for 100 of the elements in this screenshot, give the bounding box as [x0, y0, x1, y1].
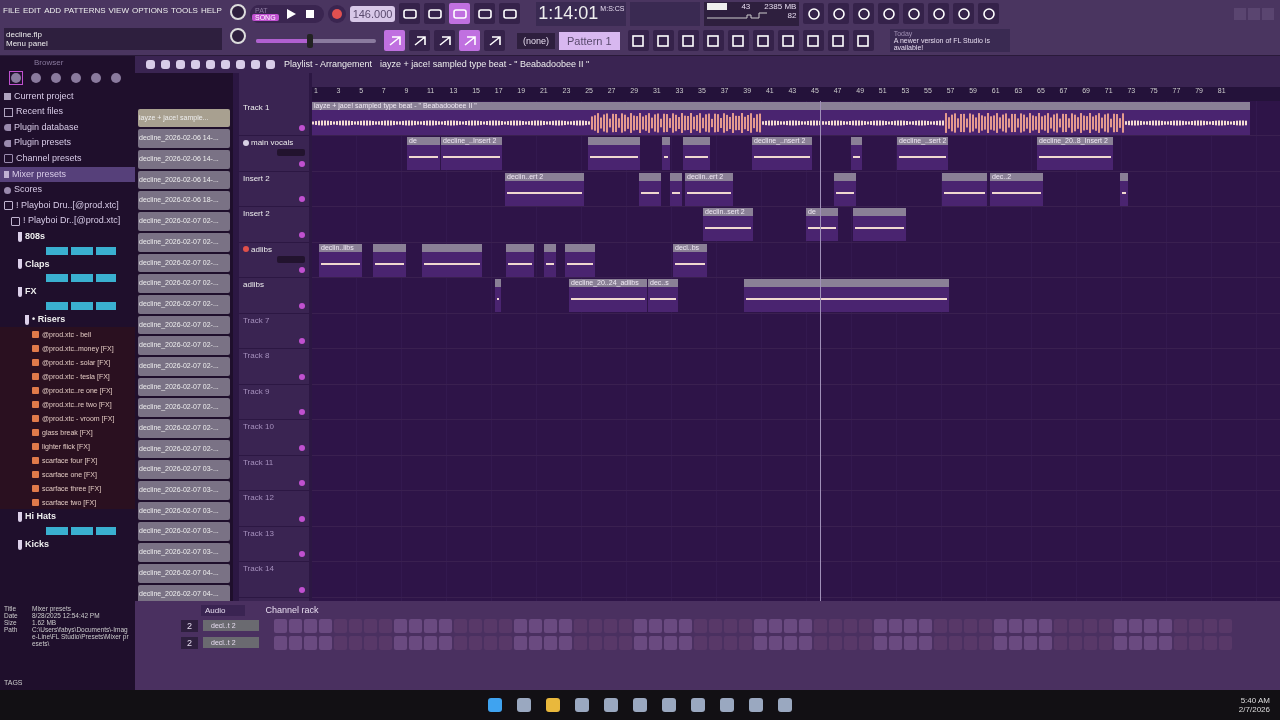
track-led[interactable] — [299, 515, 305, 522]
toolbar-button[interactable] — [802, 30, 824, 51]
step-button[interactable] — [874, 635, 887, 650]
step-button[interactable] — [439, 618, 452, 633]
track-header[interactable]: main vocals — [239, 136, 309, 172]
audio-clip[interactable] — [1120, 172, 1128, 206]
step-button[interactable] — [529, 618, 542, 633]
track-led[interactable] — [299, 267, 305, 274]
step-button[interactable] — [754, 618, 767, 633]
toolbar-button[interactable] — [474, 3, 496, 24]
track-led[interactable] — [299, 373, 305, 380]
track-header[interactable]: Insert 2 — [239, 171, 309, 208]
toolbar-button[interactable] — [777, 30, 799, 51]
browser-item[interactable]: Current project — [0, 88, 135, 105]
track-led[interactable] — [299, 444, 305, 451]
toolbar-button[interactable] — [677, 30, 699, 51]
step-button[interactable] — [889, 618, 902, 633]
audio-clip[interactable] — [744, 279, 949, 313]
track-header[interactable]: Track 12 — [239, 491, 309, 527]
browser-item[interactable]: ! Playboi Dru..[@prod.xtc] — [0, 197, 135, 214]
menu-item[interactable]: VIEW — [108, 6, 129, 26]
step-button[interactable] — [1024, 618, 1037, 633]
audio-clip[interactable] — [588, 137, 640, 171]
menu-item[interactable]: ADD — [44, 6, 62, 26]
step-button[interactable] — [649, 618, 662, 633]
step-button[interactable] — [409, 618, 422, 633]
track-led[interactable] — [299, 480, 305, 487]
toolbar-button[interactable] — [878, 3, 900, 24]
channel-dropdown[interactable]: (none) — [517, 32, 555, 49]
browser-item[interactable]: Channel presets — [0, 151, 135, 167]
step-button[interactable] — [304, 635, 317, 650]
toolbar-button[interactable] — [803, 3, 825, 24]
track-header[interactable]: Track 8 — [239, 349, 309, 385]
step-button[interactable] — [424, 618, 437, 633]
browser-item[interactable]: Hi Hats — [0, 509, 135, 525]
toolbar-button[interactable] — [627, 30, 649, 51]
step-button[interactable] — [799, 618, 812, 633]
step-button[interactable] — [439, 635, 452, 650]
step-button[interactable] — [1129, 635, 1142, 650]
step-button[interactable] — [754, 635, 767, 650]
toolbar-button[interactable] — [928, 3, 950, 24]
toolbar-button[interactable] — [978, 3, 1000, 24]
step-button[interactable] — [409, 635, 422, 650]
knob[interactable] — [230, 4, 246, 20]
step-button[interactable] — [799, 635, 812, 650]
toolbar-button[interactable] — [652, 30, 674, 51]
track-led[interactable] — [299, 338, 305, 345]
step-button[interactable] — [994, 635, 1007, 650]
audio-clip[interactable] — [851, 137, 862, 171]
toolbar-button[interactable] — [499, 3, 521, 24]
step-button[interactable] — [679, 618, 692, 633]
toolbar-button[interactable] — [449, 3, 471, 24]
step-button[interactable] — [544, 618, 557, 633]
audio-clip[interactable] — [670, 172, 682, 206]
step-button[interactable] — [1129, 618, 1142, 633]
step-button[interactable] — [289, 635, 302, 650]
audio-clip[interactable] — [662, 137, 670, 171]
browser-item[interactable]: Claps — [0, 256, 135, 273]
toolbar-button[interactable] — [852, 30, 874, 51]
tempo-display[interactable]: 146.000 — [349, 5, 396, 22]
menu-item[interactable]: HELP — [200, 6, 222, 26]
browser-item[interactable]: • Risers — [0, 311, 135, 328]
menu-item[interactable]: FILE — [3, 6, 20, 26]
toolbar-button[interactable] — [409, 30, 430, 51]
step-button[interactable] — [889, 635, 902, 650]
audio-clip[interactable] — [422, 243, 482, 277]
track-led[interactable] — [299, 409, 305, 416]
mixer-track-number[interactable]: 2 — [181, 619, 198, 632]
step-button[interactable] — [289, 618, 302, 633]
browser-item[interactable]: Scores — [0, 182, 135, 198]
step-button[interactable] — [664, 618, 677, 633]
toolbar-button[interactable] — [399, 3, 421, 24]
step-button[interactable] — [559, 618, 572, 633]
step-button[interactable] — [919, 618, 932, 633]
step-button[interactable] — [904, 635, 917, 650]
toolbar-button[interactable] — [727, 30, 749, 51]
step-button[interactable] — [1009, 618, 1022, 633]
step-button[interactable] — [319, 618, 332, 633]
audio-clip[interactable] — [565, 243, 595, 277]
play-button[interactable] — [284, 6, 298, 21]
track-header[interactable]: adlibs — [239, 278, 309, 314]
step-button[interactable] — [1039, 635, 1052, 650]
record-button[interactable] — [327, 4, 346, 23]
step-button[interactable] — [304, 618, 317, 633]
menu-item[interactable]: EDIT — [22, 6, 42, 26]
toolbar-button[interactable] — [828, 3, 850, 24]
step-button[interactable] — [274, 635, 287, 650]
step-button[interactable] — [1114, 635, 1127, 650]
step-button[interactable] — [274, 618, 287, 633]
audio-clip[interactable] — [683, 137, 710, 171]
step-button[interactable] — [1159, 635, 1172, 650]
track-header[interactable]: Track 7 — [239, 313, 309, 350]
audio-clip[interactable] — [373, 243, 406, 277]
mixer-track-number[interactable]: 2 — [181, 636, 198, 649]
pattern-selector[interactable]: Pattern 1 — [559, 31, 620, 50]
track-led[interactable] — [299, 302, 305, 309]
audio-clip[interactable] — [853, 208, 906, 242]
toolbar-button[interactable] — [434, 30, 455, 51]
track-header[interactable]: Track 11 — [239, 455, 309, 492]
step-button[interactable] — [784, 618, 797, 633]
